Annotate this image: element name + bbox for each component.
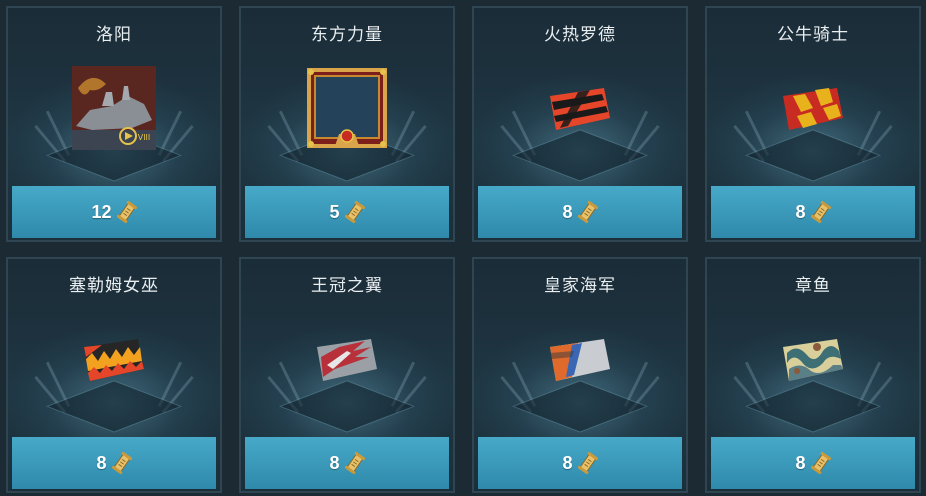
price-bar[interactable]: 8 [12,437,216,489]
reward-card-crown-wings[interactable]: 王冠之翼 8 [239,257,455,493]
reward-title: 章鱼 [795,276,831,296]
ship-portrait-icon: VIII [72,66,156,150]
camouflage-flag-icon [317,339,377,381]
scroll-currency-icon [116,201,137,223]
price-bar[interactable]: 8 [478,186,682,238]
reward-card-royal-navy[interactable]: 皇家海军 8 [472,257,688,493]
price-count: 12 [91,201,112,222]
camouflage-flag-icon [550,339,610,381]
ornate-frame-icon [307,68,387,148]
reward-card-fiery-rod[interactable]: 火热罗德 8 [472,6,688,242]
price-count: 8 [562,201,573,222]
camouflage-flag-icon [783,339,843,381]
price-bar[interactable]: 12 [12,186,216,238]
reward-card-octopus[interactable]: 章鱼 8 [705,257,921,493]
price-count: 8 [96,452,107,473]
reward-card-luoyang[interactable]: 洛阳 VIII 12 [6,6,222,242]
scroll-currency-icon [577,452,598,474]
reward-title: 皇家海军 [544,276,616,296]
reward-title: 公牛骑士 [777,25,849,45]
price-bar[interactable]: 8 [711,437,915,489]
camouflage-flag-icon [550,88,610,130]
reward-card-salem-witch[interactable]: 塞勒姆女巫 8 [6,257,222,493]
price-bar[interactable]: 8 [245,437,449,489]
reward-title: 王冠之翼 [311,276,383,296]
scroll-currency-icon [344,452,365,474]
scroll-currency-icon [111,452,132,474]
price-count: 8 [795,452,806,473]
reward-title: 东方力量 [311,25,383,45]
scroll-currency-icon [577,201,598,223]
price-bar[interactable]: 8 [478,437,682,489]
reward-card-bull-knight[interactable]: 公牛骑士 8 [705,6,921,242]
price-count: 5 [329,201,340,222]
camouflage-flag-icon [84,339,144,381]
svg-text:VIII: VIII [138,133,151,142]
scroll-currency-icon [810,452,831,474]
price-bar[interactable]: 5 [245,186,449,238]
reward-title: 塞勒姆女巫 [69,276,159,296]
camouflage-flag-icon [783,88,843,130]
scroll-currency-icon [344,201,365,223]
price-bar[interactable]: 8 [711,186,915,238]
reward-card-eastern-power[interactable]: 东方力量 5 [239,6,455,242]
price-count: 8 [562,452,573,473]
reward-title: 洛阳 [96,25,132,45]
price-count: 8 [329,452,340,473]
reward-grid: 洛阳 VIII 12 东方力量 5 火热罗德 8 公牛骑士 8 塞勒姆女巫 8 … [0,0,926,496]
scroll-currency-icon [810,201,831,223]
price-count: 8 [795,201,806,222]
reward-title: 火热罗德 [544,25,616,45]
